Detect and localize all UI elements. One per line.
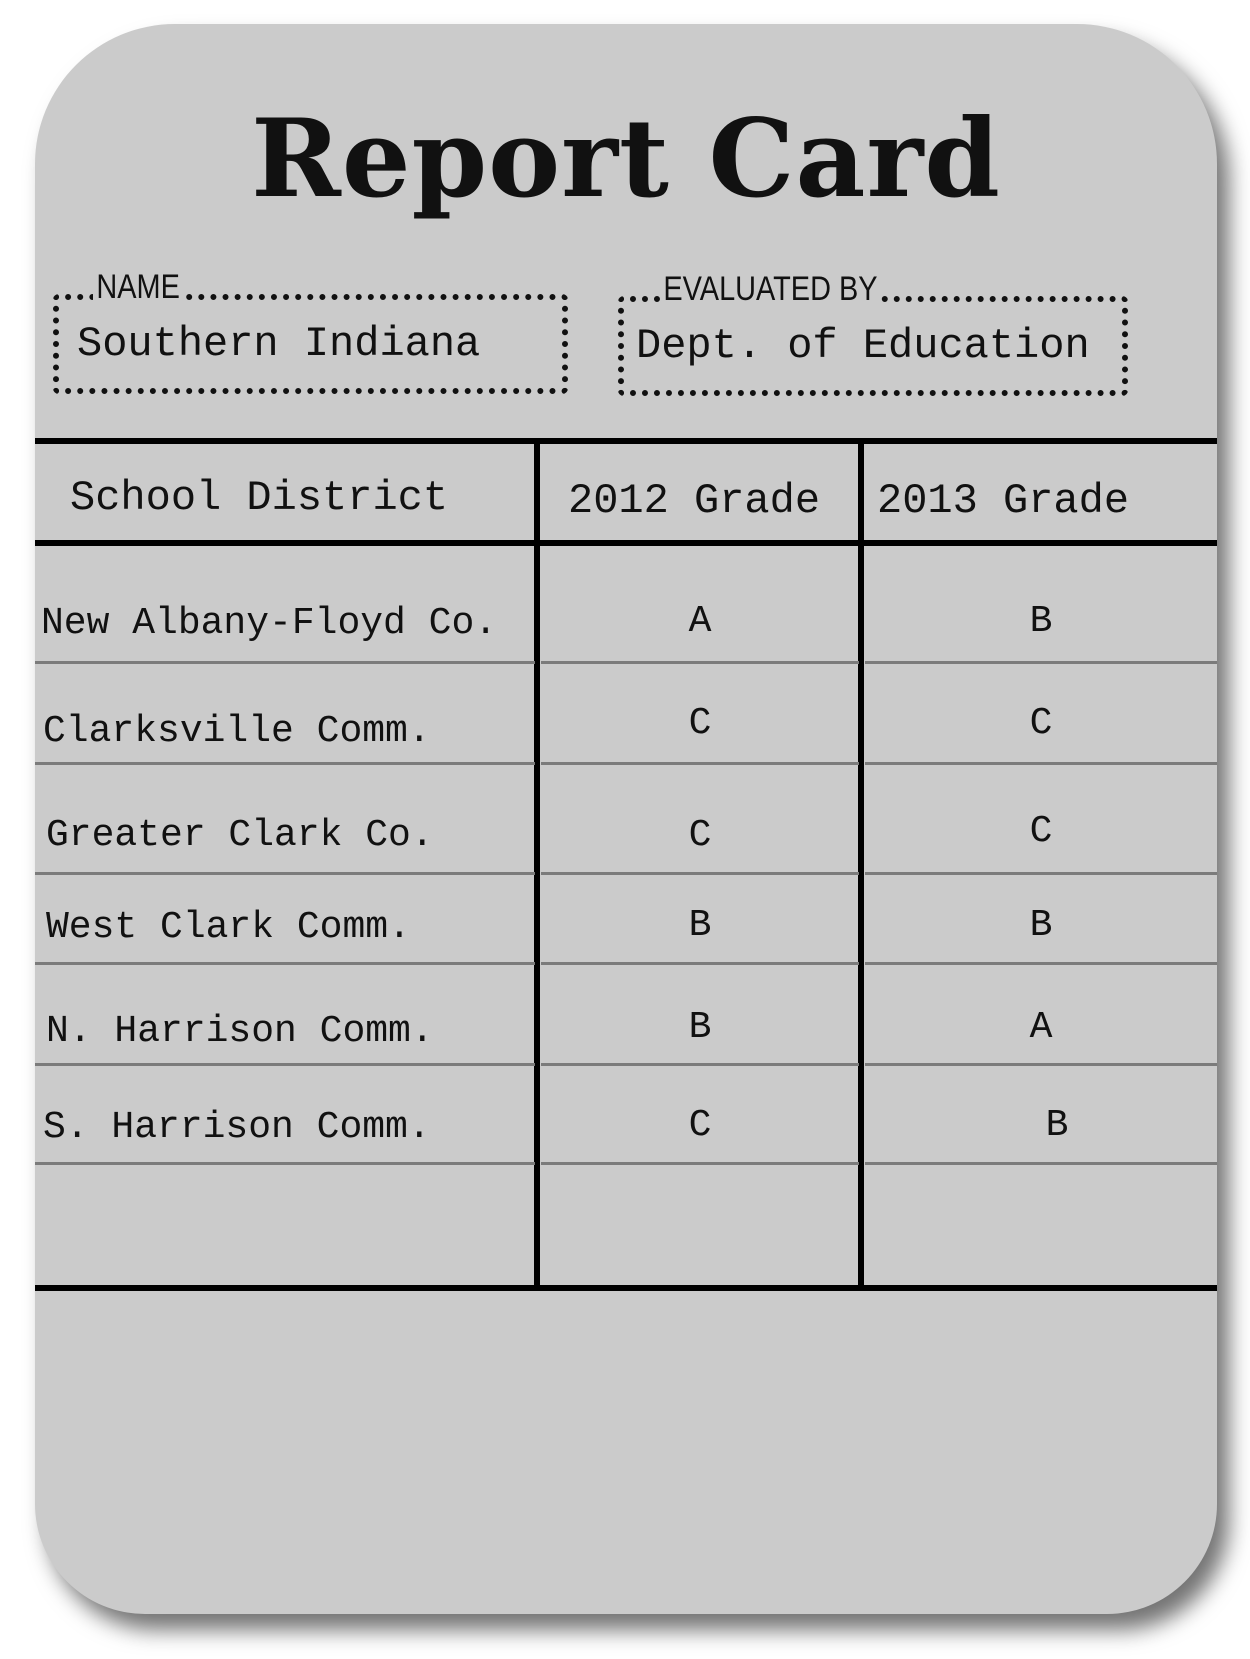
grade-2013: B bbox=[1029, 600, 1053, 643]
grade-2013: B bbox=[1029, 904, 1053, 947]
name-field-box: Southern Indiana bbox=[53, 294, 568, 394]
report-card-title: Report Card bbox=[251, 96, 1001, 222]
grade-2012: B bbox=[688, 1006, 712, 1049]
row-divider bbox=[865, 962, 1217, 965]
grade-2012: C bbox=[688, 702, 712, 745]
row-divider bbox=[35, 762, 535, 765]
grade-2012: C bbox=[688, 814, 712, 857]
table-bottom-border bbox=[35, 1285, 1217, 1291]
district-name: N. Harrison Comm. bbox=[46, 1010, 434, 1053]
row-divider bbox=[541, 1162, 859, 1165]
district-name: West Clark Comm. bbox=[46, 906, 411, 949]
grade-2012: C bbox=[688, 1104, 712, 1147]
row-divider bbox=[865, 1162, 1217, 1165]
row-divider bbox=[865, 762, 1217, 765]
evaluated-by-field-box: Dept. of Education bbox=[618, 296, 1128, 396]
grade-2012: A bbox=[688, 600, 712, 643]
row-divider bbox=[541, 962, 859, 965]
grade-2013: B bbox=[1045, 1104, 1069, 1147]
header-school-district: School District bbox=[70, 474, 449, 522]
table-top-border bbox=[35, 438, 1217, 444]
header-2013-grade: 2013 Grade bbox=[877, 477, 1130, 525]
district-name: Greater Clark Co. bbox=[46, 814, 434, 857]
row-divider bbox=[35, 1162, 535, 1165]
header-bottom-border bbox=[35, 540, 1217, 546]
report-card: Report Card Southern Indiana NAME Dept. … bbox=[35, 24, 1217, 1614]
row-divider bbox=[541, 1063, 859, 1066]
name-field-value: Southern Indiana bbox=[77, 320, 481, 368]
row-divider bbox=[35, 661, 535, 664]
row-divider bbox=[865, 872, 1217, 875]
row-divider bbox=[35, 962, 535, 965]
row-divider bbox=[35, 872, 535, 875]
grade-2012: B bbox=[688, 904, 712, 947]
row-divider bbox=[35, 1063, 535, 1066]
district-name: New Albany-Floyd Co. bbox=[41, 602, 498, 645]
header-2012-grade: 2012 Grade bbox=[568, 477, 821, 525]
grade-2013: C bbox=[1029, 810, 1053, 853]
grade-2013: A bbox=[1029, 1006, 1053, 1049]
row-divider bbox=[865, 1063, 1217, 1066]
name-field-label: NAME bbox=[93, 268, 184, 307]
row-divider bbox=[541, 872, 859, 875]
district-name: S. Harrison Comm. bbox=[43, 1106, 431, 1149]
evaluated-by-field-value: Dept. of Education bbox=[636, 322, 1090, 370]
grade-2013: C bbox=[1029, 702, 1053, 745]
district-name: Clarksville Comm. bbox=[43, 710, 431, 753]
row-divider bbox=[541, 661, 859, 664]
evaluated-by-field-label: EVALUATED BY bbox=[660, 270, 881, 309]
row-divider bbox=[541, 762, 859, 765]
row-divider bbox=[865, 661, 1217, 664]
